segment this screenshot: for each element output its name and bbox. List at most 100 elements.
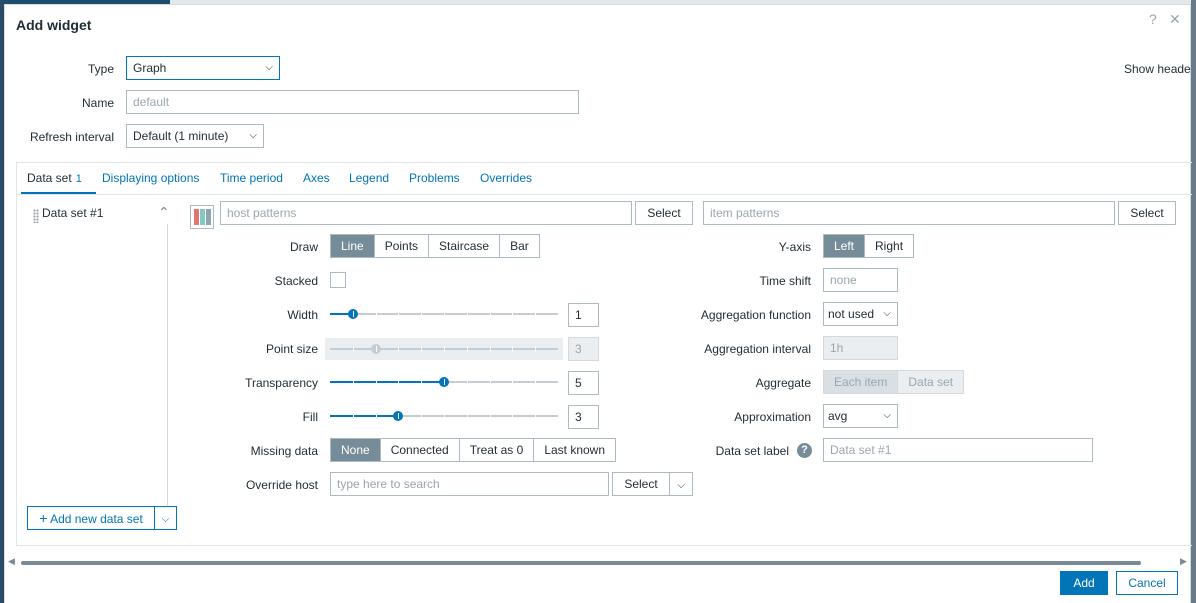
fill-label: Fill: [302, 410, 318, 424]
override-host-label: Override host: [245, 478, 318, 492]
data-set-label-input[interactable]: Data set #1: [823, 438, 1093, 462]
tab-data-set[interactable]: Data set 1: [27, 171, 82, 185]
tab-legend[interactable]: Legend: [349, 171, 389, 185]
aggregation-function-label: Aggregation function: [700, 308, 811, 322]
help-icon[interactable]: ?: [797, 443, 812, 458]
tab-problems[interactable]: Problems: [409, 171, 460, 185]
transparency-value-input[interactable]: 5: [568, 371, 599, 395]
fill-slider[interactable]: [330, 409, 558, 423]
slider-tick: [375, 311, 377, 317]
slider-tick: [466, 413, 468, 419]
draw-points-option[interactable]: Points: [373, 235, 429, 257]
cancel-button[interactable]: Cancel: [1116, 571, 1178, 595]
aggregation-interval-label: Aggregation interval: [704, 342, 811, 356]
missing-connected-option[interactable]: Connected: [379, 439, 459, 461]
slider-tick: [398, 379, 400, 385]
time-shift-input[interactable]: none: [823, 268, 898, 292]
slider-tick: [421, 346, 423, 352]
override-select-button[interactable]: Select: [612, 472, 670, 496]
override-dropdown-button[interactable]: ⌵: [669, 472, 693, 496]
host-patterns-input[interactable]: host patterns: [220, 201, 632, 225]
host-select-button[interactable]: Select: [635, 201, 693, 225]
type-select[interactable]: Graph ⌵: [126, 56, 280, 80]
panel-bottom-border: [16, 545, 1192, 546]
slider-tick: [466, 346, 468, 352]
slider-tick: [375, 346, 377, 352]
draw-staircase-option[interactable]: Staircase: [428, 235, 500, 257]
missing-treat-zero-option[interactable]: Treat as 0: [458, 439, 534, 461]
approximation-label: Approximation: [734, 410, 811, 424]
close-icon[interactable]: ✕: [1169, 11, 1181, 28]
type-label: Type: [87, 62, 114, 76]
y-axis-left-option[interactable]: Left: [824, 235, 865, 257]
slider-tick: [421, 413, 423, 419]
item-select-button[interactable]: Select: [1118, 201, 1176, 225]
slider-tick: [352, 346, 354, 352]
color-swatch-2: [200, 209, 205, 225]
slider-tick: [489, 379, 491, 385]
tab-overrides[interactable]: Overrides: [480, 171, 532, 185]
add-new-data-set-label: Add new data set: [50, 512, 143, 526]
add-button[interactable]: Add: [1060, 571, 1108, 595]
slider-tick: [466, 311, 468, 317]
drag-handle-icon[interactable]: [33, 209, 39, 223]
help-icon[interactable]: ?: [1149, 11, 1157, 27]
slider-tick: [444, 311, 445, 317]
scroll-left-icon[interactable]: ◀: [8, 556, 15, 567]
transparency-slider[interactable]: [330, 375, 558, 389]
approximation-value: avg: [828, 409, 848, 423]
stacked-label: Stacked: [274, 274, 318, 288]
aggregation-function-select[interactable]: not used ⌵: [823, 302, 898, 326]
slider-tick: [352, 311, 354, 317]
horizontal-scrollbar[interactable]: [21, 561, 1141, 565]
y-axis-right-option[interactable]: Right: [864, 235, 914, 257]
show-header-label: Show heade: [1124, 62, 1191, 76]
slider-tick: [444, 413, 445, 419]
name-label: Name: [81, 96, 114, 110]
dataset-name[interactable]: Data set #1: [42, 206, 103, 220]
slider-tick: [398, 311, 400, 317]
add-data-set-dropdown-button[interactable]: ⌵: [154, 506, 177, 530]
slider-tick: [421, 311, 423, 317]
slider-tick: [421, 379, 423, 385]
item-patterns-input[interactable]: item patterns: [703, 201, 1115, 225]
slider-tick: [489, 346, 491, 352]
chevron-up-icon[interactable]: ⌃: [158, 204, 170, 221]
draw-line-option[interactable]: Line: [331, 235, 374, 257]
aggregate-data-set-option: Data set: [897, 371, 964, 393]
aggregation-function-value: not used: [828, 307, 875, 321]
tab-axes[interactable]: Axes: [303, 171, 330, 185]
name-input[interactable]: default: [126, 90, 579, 114]
tab-displaying-options[interactable]: Displaying options: [102, 171, 199, 185]
tab-count-badge: 1: [75, 173, 82, 185]
chevron-down-icon: ⌵: [249, 130, 257, 141]
override-host-input[interactable]: type here to search: [330, 472, 609, 496]
draw-bar-option[interactable]: Bar: [499, 235, 539, 257]
chevron-down-icon: ⌵: [883, 410, 891, 421]
aggregate-label: Aggregate: [755, 376, 811, 390]
color-picker-button[interactable]: [190, 205, 214, 229]
tabs-bottom-border: [16, 194, 1192, 195]
data-set-label-label: Data set label: [715, 444, 789, 458]
missing-none-option[interactable]: None: [331, 439, 380, 461]
width-label: Width: [287, 308, 318, 322]
scroll-right-icon[interactable]: ▶: [1180, 556, 1187, 567]
missing-data-label: Missing data: [250, 444, 318, 458]
refresh-interval-label: Refresh interval: [29, 130, 114, 144]
aggregate-segmented: Each item Data set: [823, 370, 965, 394]
stacked-checkbox[interactable]: [330, 272, 346, 288]
width-value-input[interactable]: 1: [568, 303, 599, 327]
fill-value-input[interactable]: 3: [568, 405, 599, 429]
tabs-top-border: [16, 162, 1192, 163]
tab-time-period[interactable]: Time period: [220, 171, 283, 185]
refresh-interval-select[interactable]: Default (1 minute) ⌵: [126, 124, 264, 148]
width-slider[interactable]: [330, 307, 558, 321]
slider-tick: [489, 311, 491, 317]
missing-last-known-option[interactable]: Last known: [533, 439, 616, 461]
slider-tick: [352, 413, 354, 419]
chevron-down-icon: ⌵: [677, 480, 685, 491]
approximation-select[interactable]: avg ⌵: [823, 404, 898, 428]
add-new-data-set-button[interactable]: + Add new data set: [27, 506, 155, 530]
transparency-label: Transparency: [245, 376, 318, 390]
aggregate-each-item-option: Each item: [824, 371, 898, 393]
